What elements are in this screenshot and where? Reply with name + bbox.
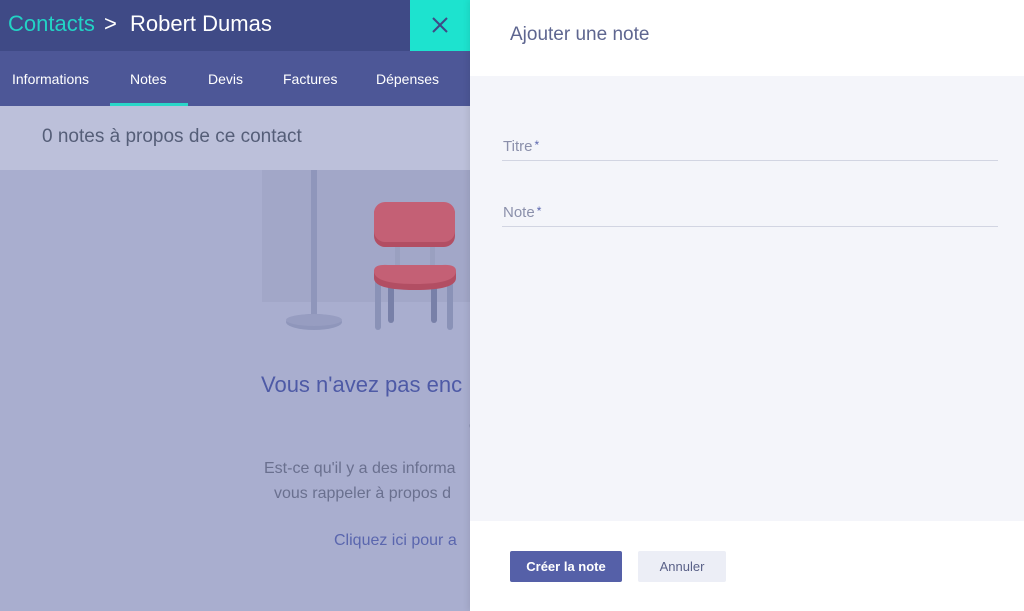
create-note-button[interactable]: Créer la note xyxy=(510,551,622,582)
tab-factures[interactable]: Factures xyxy=(283,51,337,106)
header-bar: Contacts > Robert Dumas xyxy=(0,0,410,51)
note-input[interactable] xyxy=(502,196,1002,226)
close-button[interactable] xyxy=(410,0,470,51)
empty-state-text-line-2: vous rappeler à propos d xyxy=(274,485,451,502)
breadcrumb-contacts-link[interactable]: Contacts xyxy=(8,11,95,37)
note-field[interactable]: Note * xyxy=(502,196,1002,227)
notes-header: 0 notes à propos de ce contact xyxy=(0,106,470,170)
tab-informations[interactable]: Informations xyxy=(12,51,89,106)
panel-title: Ajouter une note xyxy=(510,24,650,45)
empty-state-text-line-1: Est-ce qu'il y a des informa xyxy=(264,460,456,477)
notes-count-text: 0 notes à propos de ce contact xyxy=(42,126,302,147)
cancel-button[interactable]: Annuler xyxy=(638,551,726,582)
tab-devis[interactable]: Devis xyxy=(208,51,243,106)
breadcrumb-current-contact: Robert Dumas xyxy=(130,11,272,36)
close-icon xyxy=(432,17,448,33)
tab-depenses[interactable]: Dépenses xyxy=(376,51,439,106)
tab-notes[interactable]: Notes xyxy=(110,51,187,106)
contact-tabs: Informations Notes Devis Factures Dépens… xyxy=(0,51,470,106)
floor-lamp-icon xyxy=(286,170,342,330)
add-note-panel: Ajouter une note Titre * Note * Créer la n… xyxy=(470,0,1024,611)
title-field[interactable]: Titre * xyxy=(502,130,1002,161)
empty-chair-illustration xyxy=(286,170,456,330)
chair-icon xyxy=(374,202,456,330)
contact-page-overlay: Contacts > Robert Dumas Informations Not… xyxy=(0,0,470,611)
empty-state-title: Vous n'avez pas enc xyxy=(261,372,463,397)
empty-state-add-note-link[interactable]: Cliquez ici pour a xyxy=(334,532,457,550)
breadcrumb-separator-icon: > xyxy=(104,11,117,36)
note-form: Titre * Note * xyxy=(470,76,1024,521)
title-input[interactable] xyxy=(502,130,1002,160)
